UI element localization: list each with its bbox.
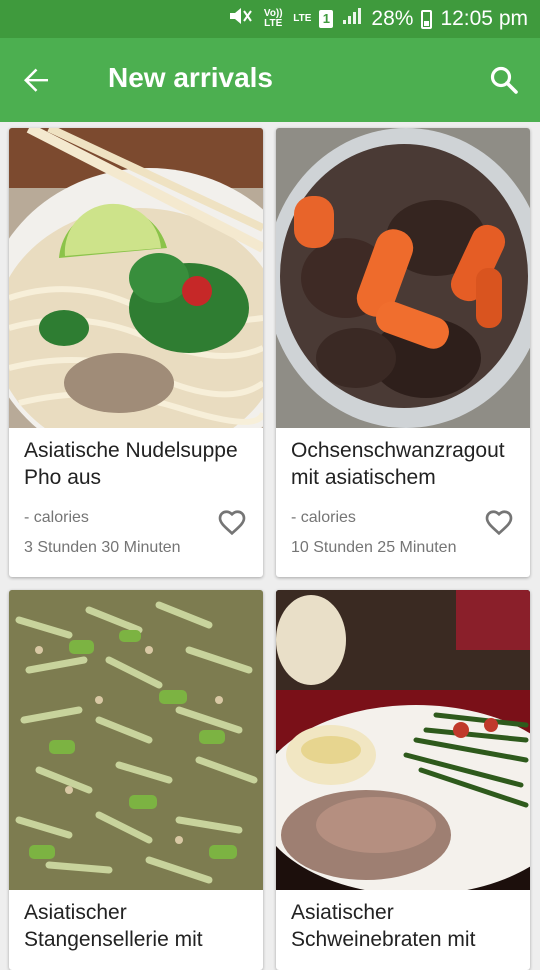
clock: 12:05 pm — [440, 7, 528, 30]
signal-icon — [341, 6, 363, 32]
recipe-title: Ochsenschwanzragout mit asiatischem — [291, 439, 505, 489]
lte-icon: LTE — [293, 13, 312, 24]
back-button[interactable] — [16, 60, 56, 100]
recipe-image-roast[interactable] — [276, 590, 530, 890]
recipe-title: Asiatischer Stangensellerie mit — [24, 901, 203, 951]
app-bar: New arrivals — [0, 38, 540, 122]
sim-icon: 1 — [319, 10, 334, 28]
recipe-duration: 3 Stunden 30 Minuten — [24, 539, 181, 556]
recipe-title: Asiatische Nudelsuppe Pho aus — [24, 439, 238, 489]
recipe-card[interactable]: Ochsenschwanzragout mit asiatischem - ca… — [276, 128, 530, 577]
heart-outline-icon[interactable] — [215, 506, 249, 538]
battery-percent: 28% — [371, 7, 414, 30]
page-title: New arrivals — [108, 62, 273, 93]
recipe-image-pho[interactable] — [9, 128, 263, 428]
recipe-duration: 10 Stunden 25 Minuten — [291, 539, 457, 556]
recipe-card[interactable]: Asiatischer Stangensellerie mit — [9, 590, 263, 970]
recipe-card[interactable]: Asiatischer Schweinebraten mit — [276, 590, 530, 970]
volte-icon: Vo)) LTE — [263, 8, 283, 29]
recipe-calories: - calories — [24, 509, 89, 526]
status-icons: Vo)) LTE LTE 1 28% 12:05 pm — [227, 0, 528, 38]
recipe-calories: - calories — [291, 509, 356, 526]
recipe-card[interactable]: Asiatische Nudelsuppe Pho aus - calories… — [9, 128, 263, 577]
search-icon — [490, 66, 518, 94]
search-button[interactable] — [484, 60, 524, 100]
recipe-image-celery[interactable] — [9, 590, 263, 890]
battery-icon — [421, 9, 433, 29]
recipe-title: Asiatischer Schweinebraten mit — [291, 901, 476, 951]
arrow-back-icon — [24, 68, 48, 92]
status-bar: Vo)) LTE LTE 1 28% 12:05 pm — [0, 0, 540, 38]
recipe-image-oxtail[interactable] — [276, 128, 530, 428]
mute-icon — [227, 5, 253, 33]
heart-outline-icon[interactable] — [482, 506, 516, 538]
